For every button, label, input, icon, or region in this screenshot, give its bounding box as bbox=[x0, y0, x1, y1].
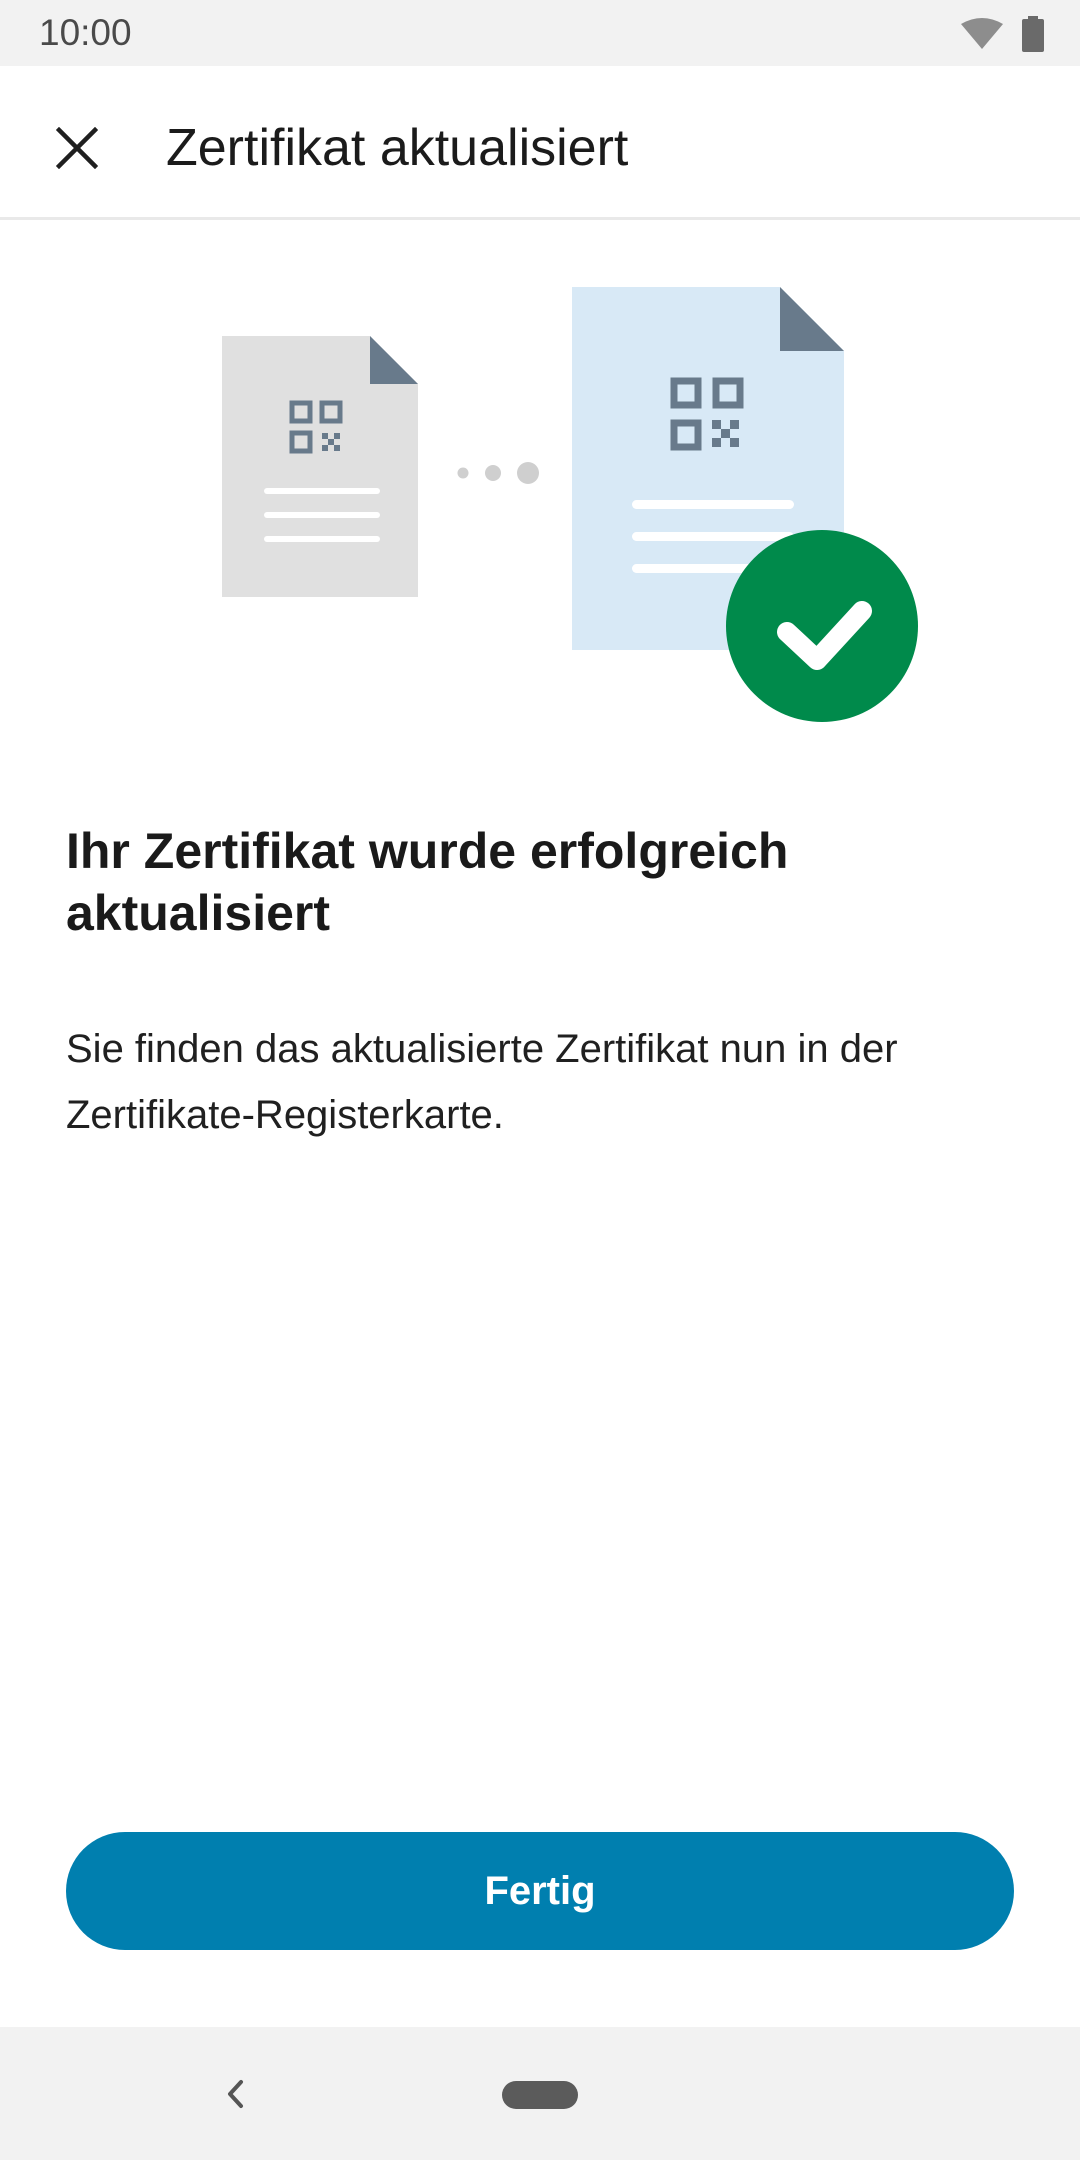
close-button[interactable] bbox=[35, 106, 119, 190]
home-pill[interactable] bbox=[502, 2081, 578, 2109]
nav-back-button[interactable] bbox=[210, 2069, 260, 2119]
done-button[interactable]: Fertig bbox=[66, 1832, 1014, 1950]
dots-icon bbox=[457, 462, 539, 484]
status-time: 10:00 bbox=[39, 12, 132, 53]
back-icon bbox=[228, 2080, 243, 2108]
system-navigation-bar bbox=[0, 2027, 1080, 2160]
close-icon bbox=[56, 127, 98, 169]
certificate-updated-illustration bbox=[0, 220, 1080, 760]
status-icons bbox=[960, 16, 1044, 52]
success-heading: Ihr Zertifikat wurde erfolgreich aktuali… bbox=[66, 823, 789, 941]
page-title: Zertifikat aktualisiert bbox=[166, 119, 629, 177]
wifi-icon bbox=[961, 18, 1003, 49]
app-bar: Zertifikat aktualisiert bbox=[0, 66, 1080, 220]
success-description: Sie finden das aktualisierte Zertifikat … bbox=[66, 1027, 898, 1137]
battery-icon bbox=[1022, 16, 1044, 52]
check-circle-icon bbox=[726, 530, 918, 722]
status-bar: 10:00 bbox=[0, 0, 1080, 66]
old-certificate-icon bbox=[222, 336, 418, 597]
